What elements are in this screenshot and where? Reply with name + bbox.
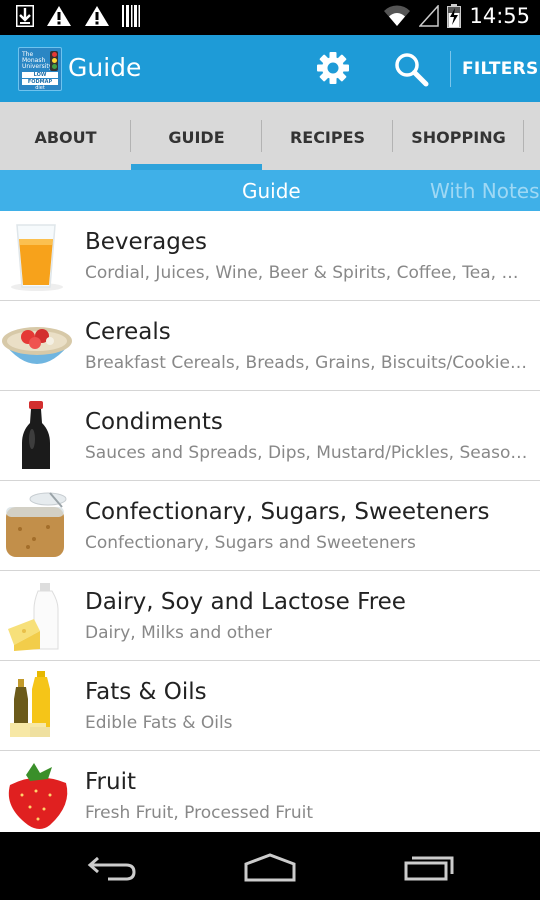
oil-bottles-icon: [10, 671, 50, 737]
view-switcher: Guide With Notes: [0, 170, 540, 211]
barcode-icon: [122, 5, 140, 27]
list-item-title: Fats & Oils: [85, 679, 207, 705]
list-item-confectionary[interactable]: Confectionary, Sugars, Sweeteners Confec…: [0, 481, 540, 571]
warning-icon: [85, 6, 109, 26]
status-bar: 14:55: [0, 0, 540, 35]
dairy-icon: [8, 583, 59, 651]
list-item-subtitle: Fresh Fruit, Processed Fruit: [85, 803, 313, 823]
list-item-title: Cereals: [85, 319, 171, 345]
tab-recipes[interactable]: RECIPES: [262, 102, 393, 170]
tab-bar: ABOUT GUIDE RECIPES SHOPPING: [0, 102, 540, 170]
list-item-title: Condiments: [85, 409, 223, 435]
battery-icon: [447, 4, 462, 28]
view-with-notes[interactable]: With Notes: [430, 179, 540, 203]
clock: 14:55: [469, 4, 530, 28]
list-item-subtitle: Dairy, Milks and other: [85, 623, 272, 643]
search-icon[interactable]: [393, 51, 429, 87]
tab-about[interactable]: ABOUT: [0, 102, 131, 170]
category-list: Beverages Cordial, Juices, Wine, Beer & …: [0, 211, 540, 840]
list-item-condiments[interactable]: Condiments Sauces and Spreads, Dips, Mus…: [0, 391, 540, 481]
list-item-dairy[interactable]: Dairy, Soy and Lactose Free Dairy, Milks…: [0, 571, 540, 661]
list-item-title: Beverages: [85, 229, 207, 255]
filters-button[interactable]: FILTERS: [462, 59, 539, 79]
action-bar-divider: [450, 51, 451, 87]
app-title: Guide: [68, 53, 142, 82]
view-guide[interactable]: Guide: [242, 179, 301, 203]
list-item-subtitle: Sauces and Spreads, Dips, Mustard/Pickle…: [85, 443, 530, 463]
strawberry-icon: [8, 763, 68, 829]
tab-guide[interactable]: GUIDE: [131, 102, 262, 170]
home-icon[interactable]: [242, 852, 298, 882]
list-item-title: Dairy, Soy and Lactose Free: [85, 589, 406, 615]
back-icon[interactable]: [86, 852, 138, 882]
wifi-icon: [384, 5, 411, 27]
cereal-bowl-icon: [2, 327, 72, 364]
traffic-light-icon: [50, 51, 58, 71]
list-item-subtitle: Cordial, Juices, Wine, Beer & Spirits, C…: [85, 263, 530, 283]
orange-juice-icon: [11, 224, 63, 291]
warning-icon: [47, 6, 71, 26]
system-nav-bar: [0, 832, 540, 900]
soy-sauce-icon: [22, 401, 50, 469]
app-logo-icon[interactable]: The Monash University LOW FODMAP diet: [18, 47, 62, 91]
tab-shopping[interactable]: SHOPPING: [393, 102, 524, 170]
recent-apps-icon[interactable]: [402, 852, 456, 882]
list-item-subtitle: Edible Fats & Oils: [85, 713, 233, 733]
signal-icon: [419, 5, 440, 27]
list-item-title: Confectionary, Sugars, Sweeteners: [85, 499, 490, 525]
list-item-subtitle: Confectionary, Sugars and Sweeteners: [85, 533, 416, 553]
list-item-title: Fruit: [85, 769, 136, 795]
action-bar: The Monash University LOW FODMAP diet Guid…: [0, 35, 540, 102]
list-item-beverages[interactable]: Beverages Cordial, Juices, Wine, Beer & …: [0, 211, 540, 301]
list-item-cereals[interactable]: Cereals Breakfast Cereals, Breads, Grain…: [0, 301, 540, 391]
download-icon: [16, 5, 34, 27]
settings-gear-icon[interactable]: [316, 51, 350, 85]
list-item-fruit[interactable]: Fruit Fresh Fruit, Processed Fruit: [0, 751, 540, 840]
notification-icons: [16, 5, 140, 27]
sugar-jar-icon: [6, 492, 67, 557]
list-item-subtitle: Breakfast Cereals, Breads, Grains, Biscu…: [85, 353, 530, 373]
list-item-fats-oils[interactable]: Fats & Oils Edible Fats & Oils: [0, 661, 540, 751]
